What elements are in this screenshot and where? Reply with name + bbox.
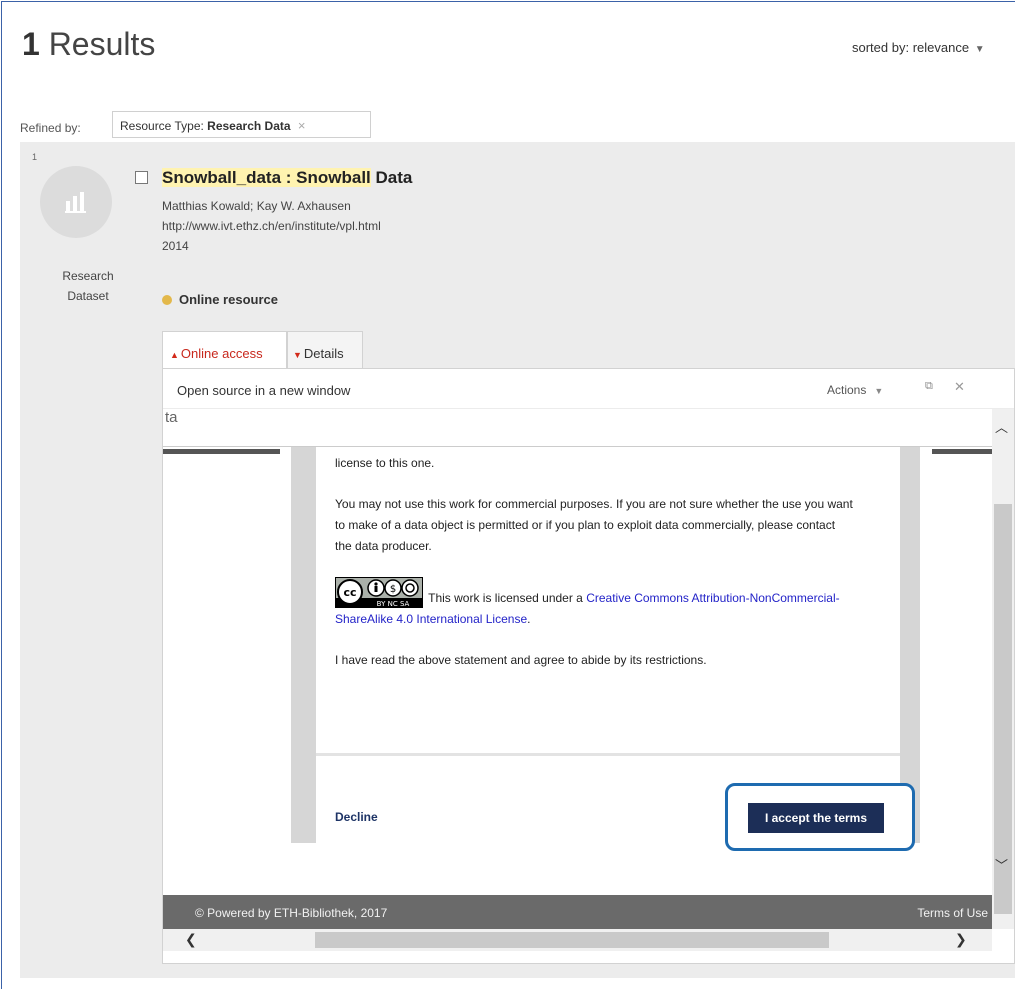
scroll-right-icon[interactable]: ❯ [955,931,967,948]
svg-text:cc: cc [343,586,356,599]
scroll-left-icon[interactable]: ❮ [185,931,197,948]
online-access-panel: Open source in a new window Actions ▼ ⧉ ✕… [162,368,1015,964]
type-label-line2: Dataset [67,289,109,303]
title-highlight-1: Snowball [162,168,237,187]
terms-of-use-link[interactable]: Terms of Use [917,906,988,920]
tab-details-label: Details [303,346,344,361]
svg-text:$: $ [390,584,396,595]
results-count: 1 [22,26,40,62]
record-year: 2014 [162,239,189,253]
tab-details[interactable]: ▼ Details [287,331,363,369]
tab-online-access[interactable]: ▲ Online access [162,331,287,369]
panel-header: Open source in a new window Actions ▼ ⧉ ✕ [163,369,1014,409]
title-part-4: Data [370,168,413,187]
resource-type-label: Research Dataset [40,266,136,306]
facet-chip-resource-type[interactable]: Resource Type: Research Data × [112,111,371,138]
triangle-up-icon: ▲ [170,350,179,360]
clipped-text: ta [165,409,178,426]
type-label-line1: Research [62,269,114,283]
close-icon[interactable]: ✕ [954,379,965,395]
refined-by-label: Refined by: [20,121,81,135]
record-title-link[interactable]: Snowball_data : Snowball Data [162,168,412,188]
decline-button[interactable]: Decline [335,810,378,824]
copyright-text: © Powered by ETH-Bibliothek, 2017 [195,906,388,920]
popout-icon[interactable]: ⧉ [925,380,933,393]
title-highlight-2: Snowball [296,168,371,187]
select-record-checkbox[interactable] [135,171,148,184]
resource-type-badge [40,166,112,238]
chevron-down-icon: ▼ [874,386,884,396]
results-heading: 1 Results [22,26,155,63]
accept-terms-button[interactable]: I accept the terms [748,803,884,833]
cc-intro-text: This work is licensed under a [425,591,587,605]
open-source-link[interactable]: Open source in a new window [177,383,350,398]
scroll-up-icon[interactable]: ︿ [995,417,1008,436]
record-authors: Matthias Kowald; Kay W. Axhausen [162,199,351,213]
page-divider-right [932,449,992,454]
embedded-page-header: ta [163,409,992,447]
license-paragraph-1: license to this one. [335,456,435,470]
title-part-2: _data : [236,168,297,187]
availability-status: Online resource [162,292,278,307]
modal-margin-left [291,447,316,843]
vertical-scroll-thumb[interactable] [994,504,1012,914]
actions-menu[interactable]: Actions ▼ [827,383,883,397]
facet-value: Research Data [207,119,291,133]
license-text: license to this one. You may not use thi… [335,453,855,691]
record-url: http://www.ivt.ethz.ch/en/institute/vpl.… [162,219,381,233]
triangle-down-icon: ▼ [293,350,302,360]
embedded-document: license to this one. You may not use thi… [163,447,992,895]
sort-dropdown[interactable]: sorted by: relevance ▼ [852,40,985,55]
chevron-down-icon: ▼ [974,44,985,55]
license-paragraph-3: cc $ BY NC SA This work is licensed unde… [335,577,855,630]
scroll-down-icon[interactable]: ﹀ [995,855,1008,874]
facet-prefix: Resource Type: [120,119,204,133]
cc-end-text: . [527,612,531,626]
record-meta: Matthias Kowald; Kay W. Axhausen http://… [162,196,381,256]
horizontal-scrollbar[interactable]: ❮ ❯ [163,929,992,951]
results-label: Results [48,26,156,62]
sort-label: sorted by: relevance [852,40,970,55]
svg-text:BY NC SA: BY NC SA [377,600,410,608]
modal-divider [316,753,900,756]
status-dot-icon [162,295,172,305]
vertical-scrollbar[interactable]: ︿ ﹀ [992,409,1014,929]
availability-label: Online resource [179,292,278,307]
page-divider-left [163,449,280,454]
embedded-footer: © Powered by ETH-Bibliothek, 2017 Terms … [163,895,992,929]
result-record: 1 Research Dataset Snowball_data : Snowb… [20,142,1015,978]
remove-facet-icon[interactable]: × [298,118,306,133]
bar-chart-icon [65,192,86,213]
actions-label: Actions [827,383,867,397]
cc-license-badge-icon[interactable]: cc $ BY NC SA [335,577,423,608]
horizontal-scroll-thumb[interactable] [315,932,829,948]
license-paragraph-2: You may not use this work for commercial… [335,497,853,553]
accept-button-highlight: I accept the terms [725,783,915,851]
record-number: 1 [32,152,38,162]
tab-online-access-label: Online access [180,346,263,361]
license-agreement-text: I have read the above statement and agre… [335,653,707,667]
